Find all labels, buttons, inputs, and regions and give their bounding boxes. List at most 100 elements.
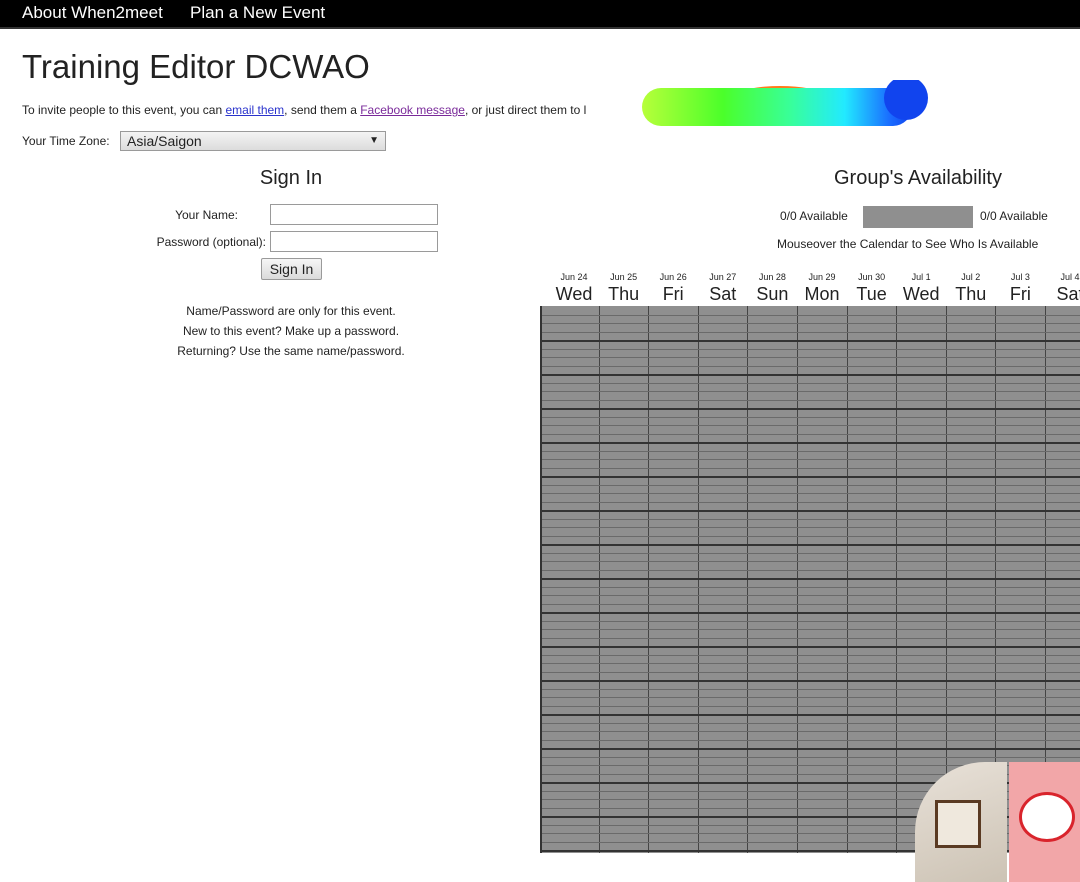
grid-row-divider (542, 671, 1080, 673)
signin-button[interactable]: Sign In (261, 258, 322, 280)
availability-max-label: 0/0 Available (980, 209, 1048, 223)
timezone-value: Asia/Saigon (127, 133, 202, 149)
availability-legend-bar (863, 206, 973, 228)
day-weekday: Thu (955, 284, 987, 304)
day-date: Jun 29 (808, 272, 836, 282)
wall-picture (935, 800, 981, 848)
top-nav: About When2meet Plan a New Event (0, 0, 1080, 29)
grid-row-divider (542, 518, 1080, 520)
grid-row-divider (542, 357, 1080, 358)
grid-row-divider (542, 544, 1080, 546)
grid-row-divider (542, 323, 1080, 324)
dropdown-arrow-icon: ▼ (369, 135, 379, 146)
grid-row-divider (542, 408, 1080, 410)
timezone-label: Your Time Zone: (22, 134, 110, 148)
grid-row-divider (542, 442, 1080, 444)
name-label: Your Name: (175, 208, 238, 222)
day-date: Jun 30 (858, 272, 886, 282)
grid-row-divider (542, 510, 1080, 512)
email-them-link[interactable]: email them (225, 103, 284, 117)
day-date: Jul 4 (1060, 272, 1080, 282)
grid-row-divider (542, 663, 1080, 664)
grid-row-divider (542, 705, 1080, 707)
grid-row-divider (542, 586, 1080, 588)
signin-note-2: New to this event? Make up a password. (182, 324, 400, 338)
day-date: Jul 2 (961, 272, 981, 282)
day-weekday: Wed (555, 284, 593, 304)
facebook-message-link[interactable]: Facebook message (360, 103, 465, 117)
grid-row-divider (542, 578, 1080, 580)
day-weekday: Fri (1009, 284, 1031, 304)
grid-row-divider (542, 748, 1080, 750)
grid-row-divider (542, 603, 1080, 605)
timezone-select[interactable]: Asia/Saigon ▼ (120, 131, 386, 151)
day-header: Jul 2 Thu (946, 271, 996, 305)
day-date: Jun 28 (758, 272, 786, 282)
grid-row-divider (542, 493, 1080, 494)
grid-row-divider (542, 425, 1080, 426)
password-input[interactable] (270, 231, 438, 252)
video-call-overlay (915, 762, 1080, 882)
grid-row-divider (542, 527, 1080, 528)
availability-min-label: 0/0 Available (780, 209, 848, 223)
redaction-scribble (642, 80, 928, 126)
cartoon-avatar (1019, 792, 1075, 842)
grid-row-divider (542, 476, 1080, 478)
day-date: Jul 3 (1010, 272, 1030, 282)
day-weekday: Thu (608, 284, 640, 304)
grid-row-divider (542, 654, 1080, 656)
grid-row-divider (542, 501, 1080, 503)
grid-row-divider (542, 382, 1080, 384)
invite-text: To invite people to this event, you can … (22, 103, 586, 117)
day-weekday: Sat (709, 284, 737, 304)
day-header: Jun 28 Sun (747, 271, 797, 305)
grid-row-divider (542, 399, 1080, 401)
grid-row-divider (542, 595, 1080, 596)
grid-row-divider (542, 569, 1080, 571)
nav-about-link[interactable]: About When2meet (22, 3, 163, 23)
day-header: Jun 27 Sat (698, 271, 748, 305)
day-weekday: Sat (1056, 284, 1080, 304)
grid-row-divider (542, 459, 1080, 460)
day-date: Jul 1 (911, 272, 931, 282)
grid-row-divider (542, 561, 1080, 562)
day-header: Jun 29 Mon (797, 271, 847, 305)
grid-row-divider (542, 697, 1080, 698)
grid-row-divider (542, 680, 1080, 682)
grid-row-divider (542, 714, 1080, 716)
grid-row-divider (542, 646, 1080, 648)
grid-row-divider (542, 467, 1080, 469)
name-input[interactable] (270, 204, 438, 225)
grid-row-divider (542, 365, 1080, 367)
grid-row-divider (542, 731, 1080, 732)
day-date: Jun 26 (659, 272, 687, 282)
grid-row-divider (542, 391, 1080, 392)
signin-note-3: Returning? Use the same name/password. (177, 344, 405, 358)
day-weekday: Tue (856, 284, 887, 304)
day-header: Jun 26 Fri (648, 271, 698, 305)
grid-row-divider (542, 637, 1080, 639)
day-header: Jun 30 Tue (847, 271, 897, 305)
day-weekday: Wed (902, 284, 940, 304)
grid-row-divider (542, 450, 1080, 452)
grid-row-divider (542, 331, 1080, 333)
availability-title: Group's Availability (834, 167, 1002, 189)
day-header: Jul 3 Fri (995, 271, 1045, 305)
grid-row-divider (542, 629, 1080, 630)
grid-row-divider (542, 484, 1080, 486)
day-header: Jun 25 Thu (599, 271, 649, 305)
day-header: Jul 1 Wed (896, 271, 946, 305)
mouseover-hint: Mouseover the Calendar to See Who Is Ava… (777, 237, 1039, 251)
invite-prefix: To invite people to this event, you can (22, 103, 226, 117)
grid-row-divider (542, 620, 1080, 622)
day-date: Jun 27 (709, 272, 737, 282)
day-weekday: Mon (804, 284, 840, 304)
day-header: Jun 24 Wed (549, 271, 599, 305)
signin-note-1: Name/Password are only for this event. (186, 304, 396, 318)
nav-plan-event-link[interactable]: Plan a New Event (190, 3, 325, 23)
grid-row-divider (542, 374, 1080, 376)
password-label: Password (optional): (156, 235, 266, 249)
day-weekday: Sun (756, 284, 789, 304)
grid-row-divider (542, 739, 1080, 741)
grid-row-divider (542, 756, 1080, 758)
